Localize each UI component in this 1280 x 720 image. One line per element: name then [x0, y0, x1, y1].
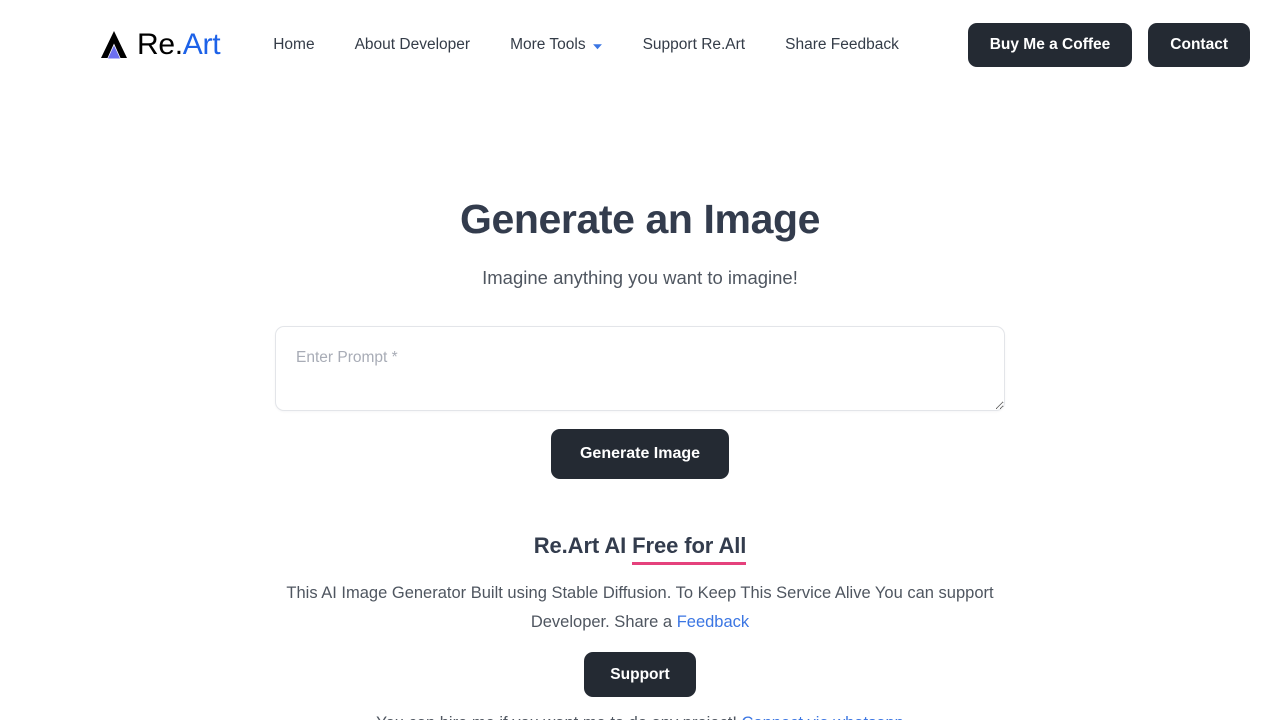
- site-header: Re.Art Home About Developer More Tools S…: [0, 0, 1280, 90]
- info-title-plain: Re.Art AI: [533, 532, 633, 558]
- nav-item-about-developer-label: About Developer: [354, 36, 471, 53]
- nav-item-home[interactable]: Home: [253, 26, 334, 64]
- info-description: This AI Image Generator Built using Stab…: [275, 579, 1005, 636]
- hire-me-text: You can hire me if you want me to do any…: [376, 714, 741, 720]
- nav-item-more-tools[interactable]: More Tools: [490, 26, 623, 64]
- nav-item-home-label: Home: [273, 36, 315, 53]
- buy-me-a-coffee-button[interactable]: Buy Me a Coffee: [967, 23, 1133, 67]
- brand-wordmark: Re.Art: [137, 28, 221, 61]
- contact-button[interactable]: Contact: [1148, 23, 1250, 67]
- main-content: Generate an Image Imagine anything you w…: [0, 90, 1280, 720]
- chevron-down-icon: [592, 43, 602, 49]
- nav-item-support-reart[interactable]: Support Re.Art: [623, 26, 766, 64]
- page-subtitle: Imagine anything you want to imagine!: [482, 267, 798, 289]
- nav-item-support-reart-label: Support Re.Art: [642, 36, 746, 53]
- info-section: Re.Art AI Free for All This AI Image Gen…: [0, 532, 1280, 720]
- header-actions: Buy Me a Coffee Contact: [967, 23, 1250, 67]
- nav-item-share-feedback-label: Share Feedback: [785, 36, 899, 53]
- info-description-text: This AI Image Generator Built using Stab…: [286, 584, 994, 631]
- support-button[interactable]: Support: [584, 652, 696, 698]
- info-title-highlight: Free for All: [632, 532, 746, 565]
- prompt-input[interactable]: [275, 326, 1005, 412]
- nav-item-share-feedback[interactable]: Share Feedback: [765, 26, 919, 64]
- brand-text-primary: Re.: [137, 28, 183, 61]
- reart-triangle-logo-icon: [101, 31, 127, 59]
- generate-image-button[interactable]: Generate Image: [550, 429, 730, 479]
- support-action-row: Support: [0, 652, 1280, 698]
- primary-navigation: Home About Developer More Tools Support …: [253, 26, 919, 64]
- generate-action-row: Generate Image: [0, 429, 1280, 479]
- hire-me-line: You can hire me if you want me to do any…: [0, 712, 1280, 720]
- nav-item-more-tools-label: More Tools: [510, 36, 586, 53]
- page-title: Generate an Image: [459, 196, 821, 242]
- brand-logo[interactable]: Re.Art: [100, 28, 221, 61]
- nav-item-about-developer[interactable]: About Developer: [335, 26, 490, 64]
- feedback-link[interactable]: Feedback: [677, 613, 749, 631]
- connect-via-whatsapp-link[interactable]: Connect via whatsapp: [742, 714, 904, 720]
- brand-text-accent: Art: [182, 28, 221, 61]
- info-title: Re.Art AI Free for All: [0, 532, 1280, 565]
- prompt-field-wrapper: [275, 326, 1005, 412]
